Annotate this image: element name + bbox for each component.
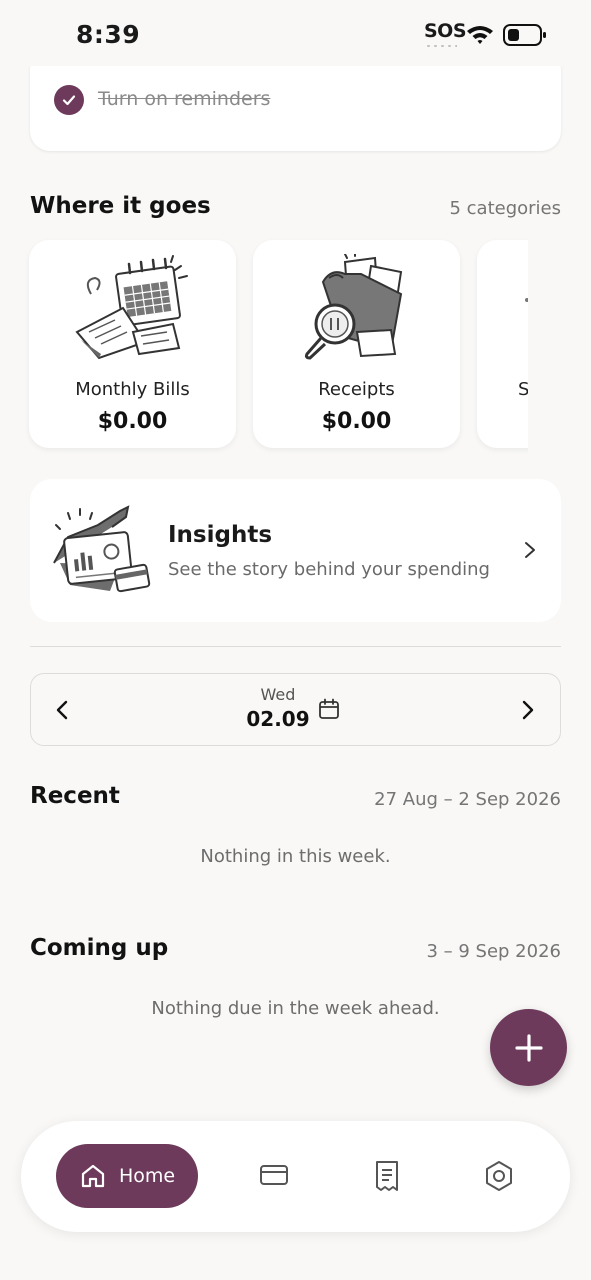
status-time: 8:39 — [76, 20, 141, 49]
chevron-right-icon[interactable] — [522, 540, 538, 560]
category-card-receipts[interactable]: Receipts $0.00 — [253, 240, 460, 448]
category-amount: $0.00 — [321, 409, 392, 434]
home-icon — [81, 1164, 105, 1188]
chevron-right-icon[interactable] — [518, 698, 538, 722]
date-weekday: Wed — [260, 685, 296, 704]
sos-indicator: SOS — [424, 20, 467, 42]
category-amount: $0.00 — [97, 409, 168, 434]
card-icon[interactable] — [259, 1160, 289, 1190]
chevron-left-icon[interactable] — [52, 698, 72, 722]
add-button[interactable] — [490, 1009, 567, 1086]
recent-empty-state: Nothing in this week. — [200, 846, 391, 867]
category-card-partial[interactable]: S — [477, 240, 528, 448]
nav-item-label: Home — [118, 1165, 176, 1187]
date-value[interactable]: 02.09 — [238, 707, 318, 731]
check-icon[interactable] — [54, 85, 84, 115]
receipts-magnifier-illustration — [304, 254, 403, 360]
category-name: Receipts — [318, 379, 395, 400]
insights-subtitle: See the story behind your spending — [168, 559, 490, 580]
insights-chart-illustration — [53, 505, 151, 593]
insights-title: Insights — [168, 522, 273, 548]
plus-icon — [514, 1033, 543, 1062]
battery-icon — [503, 24, 546, 46]
nav-item-home[interactable]: Home — [56, 1144, 198, 1208]
calendar-icon[interactable] — [318, 698, 340, 720]
categories-count: 5 categories — [449, 198, 561, 219]
coming-up-range: 3 – 9 Sep 2026 — [426, 941, 561, 962]
sos-signal-dots — [425, 44, 457, 48]
coming-up-title: Coming up — [30, 935, 169, 961]
category-carousel[interactable]: Monthly Bills $0.00 Receipts $0.00 S — [0, 232, 528, 464]
where-it-goes-title: Where it goes — [30, 193, 211, 219]
recent-range: 27 Aug – 2 Sep 2026 — [374, 789, 561, 810]
category-name: S — [518, 379, 528, 400]
recent-title: Recent — [30, 783, 120, 809]
calendar-bills-illustration — [75, 255, 188, 360]
section-divider — [30, 646, 561, 647]
reminder-label: Turn on reminders — [98, 88, 271, 110]
wifi-icon — [467, 26, 493, 44]
receipt-icon[interactable] — [372, 1160, 402, 1192]
coming-up-empty-state: Nothing due in the week ahead. — [151, 998, 440, 1019]
partial-category-illustration — [525, 298, 528, 302]
settings-icon[interactable] — [484, 1160, 514, 1192]
category-name: Monthly Bills — [75, 379, 190, 400]
category-card-monthly-bills[interactable]: Monthly Bills $0.00 — [29, 240, 236, 448]
